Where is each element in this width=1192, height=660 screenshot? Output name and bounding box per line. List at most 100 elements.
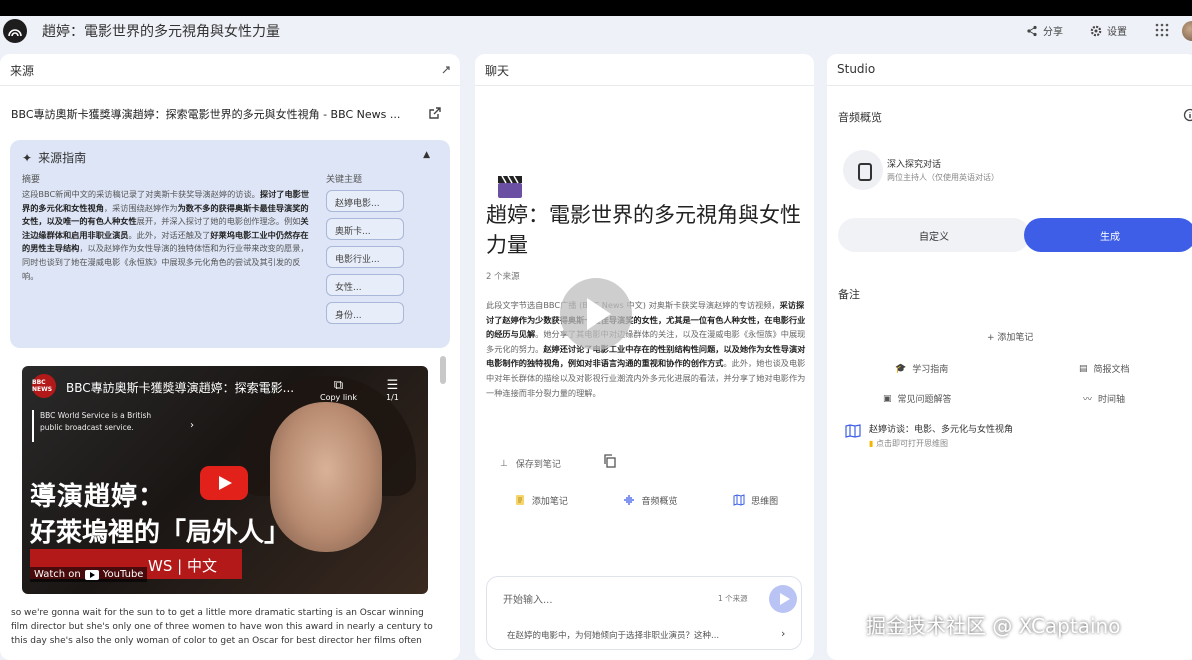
summary-segment: 展开，并深入探讨了她的电影创作理念。例如 (136, 216, 301, 227)
share-label: 分享 (1043, 27, 1063, 38)
chat-input-box[interactable]: 开始输入... 1 个来源 在赵婷的电影中，为何她倾向于选择非职业演员？这种..… (486, 576, 802, 650)
study-guide-label: 学习指南 (912, 365, 949, 375)
chat-notebook-title: 趙婷：電影世界的多元視角與女性力量 (486, 203, 801, 257)
audio-overview-heading: 音频概览 (838, 111, 882, 124)
source-guide-header[interactable]: ✦ 来源指南 (22, 149, 86, 166)
watch-on-youtube-button[interactable]: Watch on YouTube (30, 567, 148, 582)
study-guide-icon: 🎓 (895, 363, 907, 374)
generate-button[interactable]: 生成 (1024, 218, 1192, 252)
audio-file-icon (843, 150, 883, 190)
apps-grid-icon[interactable] (1155, 23, 1169, 37)
faq-button[interactable]: ▣ 常见问题解答 (883, 392, 952, 406)
copy-icon[interactable] (603, 454, 617, 468)
study-guide-button[interactable]: 🎓 学习指南 (895, 362, 949, 376)
video-title[interactable]: BBC專訪奧斯卡獲獎導演趙婷：探索電影... (66, 379, 294, 396)
mindmap-note-title[interactable]: 赵婷访谈：电影、多元化与女性视角 (869, 422, 1013, 435)
source-guide: ✦ 来源指南 ▲ 摘要 关键主题 这段BBC新闻中文的采访稿记录了对奥斯卡获奖导… (10, 140, 450, 348)
watermark: 掘金技术社区 @ XCaptaino (866, 614, 1121, 638)
playlist-button[interactable]: ☰ 1/1 (386, 378, 399, 402)
chat-panel-title: 聊天 (485, 64, 510, 78)
mindmap-hint: 点击即可打开思维图 (875, 439, 948, 448)
timeline-button[interactable]: 〰 时间轴 (1083, 392, 1125, 405)
notes-heading: 备注 (838, 288, 860, 301)
suggested-question[interactable]: 在赵婷的电影中，为何她倾向于选择非职业演员？这种... (507, 629, 752, 641)
customize-button[interactable]: 自定义 (838, 218, 1030, 252)
topic-chip[interactable]: 赵婷电影... (326, 190, 404, 212)
briefing-label: 简报文档 (1093, 365, 1130, 375)
topic-chip[interactable]: 电影行业... (326, 246, 404, 268)
topic-chip[interactable]: 身份... (326, 302, 404, 324)
copy-icon: ⧉ (333, 378, 344, 393)
clapperboard-icon (498, 175, 522, 198)
source-title: BBC專訪奧斯卡獲獎導演趙婷：探索電影世界的多元與女性視角 - BBC News… (11, 108, 401, 121)
sparkle-icon: ✦ (22, 150, 33, 165)
share-button[interactable]: 分享 (1026, 23, 1063, 38)
chat-panel: 聊天 趙婷：電影世界的多元視角與女性力量 2 个来源 此段文字节选自BBC广播 … (475, 54, 814, 660)
watch-on-label: Watch on (34, 569, 81, 580)
mindmap-button[interactable]: 思维图 (733, 494, 778, 507)
collapse-icon[interactable] (440, 64, 452, 76)
bbc-channel-avatar[interactable]: BBC NEWS (32, 374, 56, 398)
video-info-panel[interactable]: BBC World Service is a British public br… (32, 410, 194, 442)
faq-icon: ▣ (883, 393, 892, 404)
pin-icon: ⊥ (500, 458, 508, 469)
youtube-icon (84, 569, 99, 580)
settings-label: 设置 (1107, 27, 1127, 38)
add-note-button[interactable]: + 添加笔记 (987, 330, 1033, 343)
playlist-count: 1/1 (386, 393, 399, 402)
user-avatar[interactable] (1182, 21, 1192, 41)
copy-link-label: Copy link (320, 393, 357, 402)
chevron-right-icon[interactable]: › (781, 627, 785, 640)
settings-button[interactable]: 设置 (1090, 23, 1127, 38)
source-guide-title: 来源指南 (38, 151, 87, 165)
video-overlay-text-1: 導演趙婷： (30, 482, 166, 512)
summary-segment: ，采访围绕赵婷作为 (103, 202, 178, 213)
share-icon (1027, 25, 1037, 36)
timeline-label: 时间轴 (1098, 395, 1126, 405)
playlist-icon: ☰ (386, 378, 399, 393)
copy-link-button[interactable]: ⧉ Copy link (320, 378, 357, 402)
youtube-embed[interactable]: BBC NEWS BBC專訪奧斯卡獲獎導演趙婷：探索電影... ⧉ Copy l… (22, 366, 428, 594)
briefing-doc-button[interactable]: ▤ 简报文档 (1079, 362, 1130, 376)
summary-segment: 这段BBC新闻中文的采访稿记录了对奥斯卡获奖导演赵婷的访谈。 (22, 189, 260, 199)
transcript-text: so we're gonna wait for the sun to to ge… (11, 608, 433, 646)
source-count: 2 个来源 (486, 272, 520, 282)
scrollbar-thumb[interactable] (440, 356, 446, 384)
info-icon[interactable] (1183, 108, 1192, 122)
notebook-title[interactable]: 趙婷：電影世界的多元視角與女性力量 (42, 21, 280, 41)
video-play-overlay[interactable] (560, 278, 632, 350)
sources-panel: 来源 BBC專訪奧斯卡獲獎導演趙婷：探索電影世界的多元與女性視角 - BBC N… (0, 54, 460, 660)
notebooklm-logo-icon[interactable] (3, 19, 27, 43)
audio-overview-button[interactable]: 音频概览 (623, 494, 677, 507)
collapse-caret-icon[interactable]: ▲ (423, 150, 430, 160)
input-source-count: 1 个来源 (718, 594, 748, 603)
deep-dive-subtitle: 两位主持人（仅使用英语对话） (887, 173, 999, 182)
youtube-label: YouTube (102, 569, 144, 580)
topic-chip[interactable]: 奥斯卡... (326, 218, 404, 240)
topic-chip[interactable]: 女性... (326, 274, 404, 296)
summary-label: 摘要 (22, 175, 41, 185)
mindmap-note-subtitle: ▮ 点击即可打开思维图 (869, 438, 948, 449)
chevron-right-icon: › (190, 420, 194, 431)
external-link-icon[interactable] (428, 106, 442, 120)
deep-dive-title: 深入探究对话 (887, 160, 942, 170)
save-to-note-label: 保存到笔记 (515, 460, 561, 470)
audio-overview-label: 音频概览 (641, 496, 678, 507)
video-overlay-text-2: 好萊塢裡的「局外人」 (30, 518, 291, 548)
info-line-1: BBC World Service is a British (40, 411, 152, 420)
faq-label: 常见问题解答 (897, 395, 952, 405)
studio-panel-title: Studio (837, 62, 876, 76)
audio-icon (624, 495, 635, 505)
chat-actions-row: 添加笔记 音频概览 思维图 (486, 480, 806, 520)
briefing-icon: ▤ (1079, 363, 1088, 374)
save-to-note-button[interactable]: ⊥ 保存到笔记 (500, 457, 561, 471)
summary-text: 这段BBC新闻中文的采访稿记录了对奥斯卡获奖导演赵婷的访谈。探讨了电影世界的多元… (22, 188, 310, 283)
chat-input-field[interactable]: 开始输入... (503, 591, 553, 606)
sources-header: 来源 (0, 54, 460, 86)
youtube-play-button[interactable] (200, 466, 248, 500)
send-button[interactable] (769, 585, 797, 613)
notebook-summary: 此段文字节选自BBC广播 (BBC News 中文) 对奥斯卡获奖导演赵婷的专访… (486, 298, 806, 400)
summary-segment: 此段文字节选自BBC广播 (BBC News 中文) 对奥斯卡获奖导演赵婷的专访… (486, 300, 780, 310)
add-note-button[interactable]: 添加笔记 (514, 494, 568, 507)
info-line-2: public broadcast service. (40, 423, 134, 432)
